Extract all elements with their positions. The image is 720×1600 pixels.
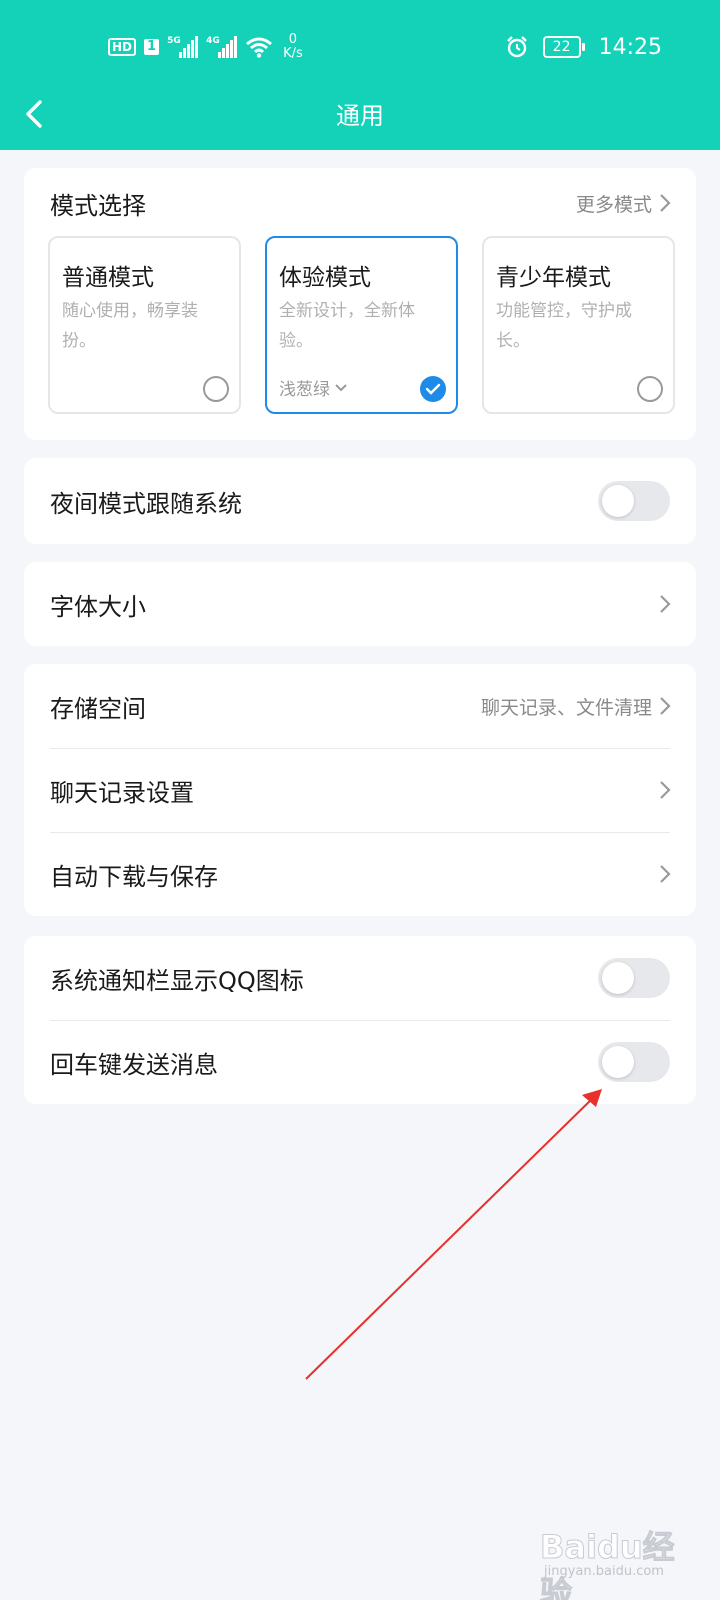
toggles-card: 系统通知栏显示QQ图标 回车键发送消息 — [24, 936, 696, 1104]
mode-card-experience[interactable]: 体验模式 全新设计，全新体验。 浅葱绿 — [265, 236, 458, 414]
theme-selector[interactable]: 浅葱绿 — [279, 375, 348, 400]
top-bar: HD 1 5G 4G 0 K/s 22 14:25 通用 — [0, 0, 720, 150]
alarm-icon — [506, 36, 527, 58]
chevron-right-icon — [660, 194, 671, 212]
net-speed-value: 0 — [288, 32, 298, 47]
radio-unchecked-icon[interactable] — [637, 376, 663, 402]
status-right: 22 14:25 — [505, 30, 662, 64]
auto-download-label: 自动下载与保存 — [50, 862, 218, 891]
theme-label: 浅葱绿 — [279, 380, 330, 400]
status-time: 14:25 — [598, 34, 662, 60]
red-arrow-icon — [305, 1089, 602, 1380]
net-type-label: 5G — [167, 36, 181, 46]
night-mode-row[interactable]: 夜间模式跟随系统 — [24, 458, 696, 544]
mode-name: 青少年模式 — [496, 265, 611, 291]
chevron-right-icon — [660, 865, 671, 883]
watermark: Baidu经验 jingyan.baidu.com — [540, 1522, 700, 1600]
page-title: 通用 — [336, 102, 384, 130]
mode-header: 模式选择 更多模式 — [24, 168, 696, 238]
mode-desc: 全新设计，全新体验。 — [279, 301, 415, 351]
status-bar: HD 1 5G 4G 0 K/s 22 14:25 — [0, 0, 720, 92]
mode-section: 模式选择 更多模式 普通模式 随心使用，畅享装扮。 体验模式 全新设计，全新体验… — [24, 168, 696, 440]
font-size-card: 字体大小 — [24, 562, 696, 646]
auto-download-row[interactable]: 自动下载与保存 — [24, 832, 696, 916]
watermark-sub: jingyan.baidu.com — [544, 1564, 664, 1579]
storage-detail: 聊天记录、文件清理 — [480, 696, 652, 719]
chevron-right-icon — [660, 697, 671, 715]
storage-label: 存储空间 — [50, 694, 146, 723]
mode-desc: 功能管控，守护成长。 — [496, 301, 632, 351]
mode-card-normal[interactable]: 普通模式 随心使用，畅享装扮。 — [48, 236, 241, 414]
chevron-down-icon — [335, 383, 347, 391]
sim-badge: 1 — [144, 39, 160, 55]
notify-icon-label: 系统通知栏显示QQ图标 — [50, 966, 304, 995]
font-size-label: 字体大小 — [50, 592, 146, 621]
font-size-row[interactable]: 字体大小 — [24, 562, 696, 646]
radio-unchecked-icon[interactable] — [203, 376, 229, 402]
net-speed-unit: K/s — [283, 46, 303, 61]
chat-history-label: 聊天记录设置 — [50, 778, 194, 807]
notify-icon-row[interactable]: 系统通知栏显示QQ图标 — [24, 936, 696, 1020]
status-left: HD 1 5G 4G 0 K/s — [108, 32, 303, 62]
storage-row[interactable]: 存储空间 聊天记录、文件清理 — [24, 664, 696, 748]
chat-history-row[interactable]: 聊天记录设置 — [24, 748, 696, 832]
nav-bar: 通用 — [0, 86, 720, 148]
mode-name: 普通模式 — [62, 265, 154, 291]
radio-checked-icon[interactable] — [420, 376, 446, 402]
storage-card: 存储空间 聊天记录、文件清理 聊天记录设置 自动下载与保存 — [24, 664, 696, 916]
notify-icon-toggle[interactable] — [598, 958, 670, 998]
net-type-label: 4G — [206, 36, 220, 46]
signal-4g-icon: 4G — [206, 36, 238, 58]
enter-send-label: 回车键发送消息 — [50, 1050, 218, 1079]
more-modes-link[interactable]: 更多模式 — [576, 190, 672, 217]
watermark-text: Baidu经验 — [540, 1528, 676, 1600]
signal-5g-icon: 5G — [167, 36, 199, 58]
mode-desc: 随心使用，畅享装扮。 — [62, 301, 198, 351]
wifi-icon — [246, 37, 273, 58]
night-mode-label: 夜间模式跟随系统 — [50, 489, 242, 518]
more-modes-label: 更多模式 — [575, 193, 652, 216]
night-mode-card: 夜间模式跟随系统 — [24, 458, 696, 544]
mode-section-title: 模式选择 — [50, 191, 146, 220]
mode-card-teen[interactable]: 青少年模式 功能管控，守护成长。 — [482, 236, 675, 414]
night-mode-toggle[interactable] — [598, 481, 670, 521]
hd-badge: HD — [108, 38, 137, 56]
enter-send-toggle[interactable] — [598, 1042, 670, 1082]
mode-name: 体验模式 — [279, 265, 371, 291]
chevron-right-icon — [660, 595, 671, 613]
net-speed: 0 K/s — [283, 33, 303, 61]
chevron-right-icon — [660, 781, 671, 799]
battery-icon: 22 — [542, 36, 585, 58]
